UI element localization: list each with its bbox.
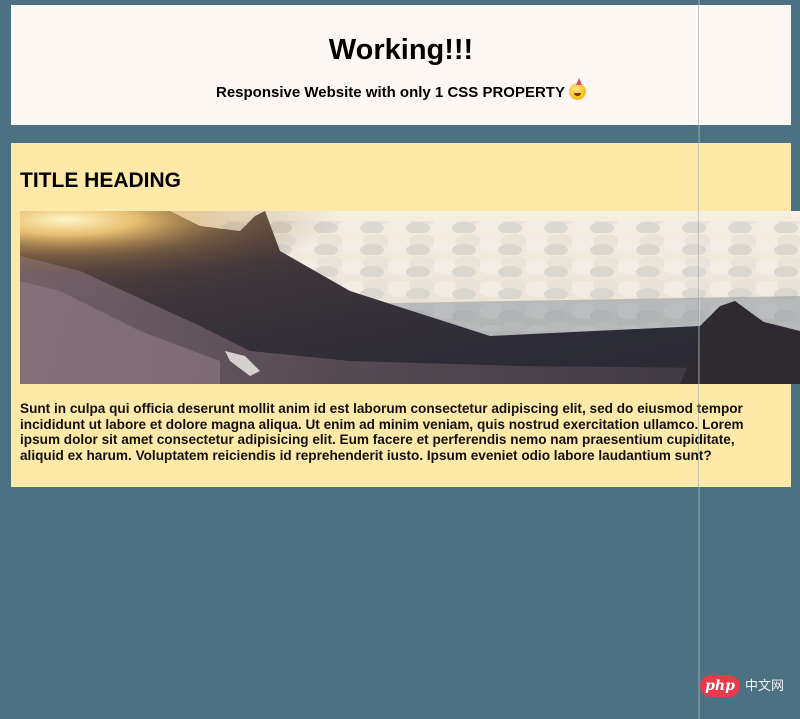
watermark: php 中文网: [700, 674, 796, 700]
page-subtitle-text: Responsive Website with only 1 CSS PROPE…: [216, 84, 565, 101]
party-face-icon: [568, 78, 586, 100]
guide-line: [698, 0, 699, 719]
watermark-logo-text: php: [705, 678, 735, 694]
watermark-text: 中文网: [745, 678, 785, 693]
hero-image: [20, 211, 800, 384]
page-subtitle: Responsive Website with only 1 CSS PROPE…: [11, 78, 791, 103]
site-header: Working!!! Responsive Website with only …: [11, 5, 791, 125]
card-body-text: Sunt in culpa qui officia deserunt molli…: [20, 401, 744, 463]
card-heading: TITLE HEADING: [20, 169, 181, 192]
page-title: Working!!!: [328, 34, 474, 66]
